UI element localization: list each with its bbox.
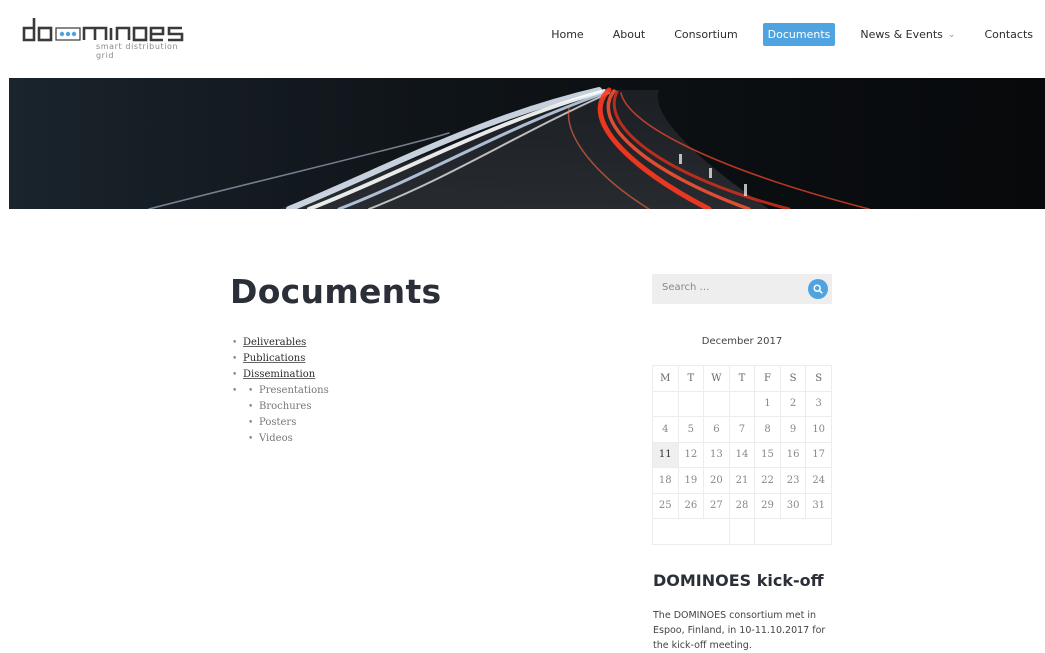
weekday-tue: T bbox=[677, 365, 705, 392]
calendar-day: 27 bbox=[703, 492, 730, 519]
calendar-nav-prev bbox=[652, 518, 730, 545]
calendar-day: 12 bbox=[677, 441, 705, 468]
calendar-week: 25 26 27 28 29 30 31 bbox=[652, 492, 832, 519]
chevron-down-icon: ⌄ bbox=[947, 29, 956, 40]
calendar-week: 4 5 6 7 8 9 10 bbox=[652, 416, 832, 443]
calendar-day: 5 bbox=[677, 416, 705, 443]
calendar-day: 22 bbox=[754, 467, 781, 494]
weekday-mon: M bbox=[652, 365, 679, 392]
calendar-day: 7 bbox=[728, 416, 756, 443]
calendar-day: 10 bbox=[805, 416, 832, 443]
calendar-day: 31 bbox=[805, 492, 832, 519]
documents-list: Deliverables Publications Dissemination … bbox=[230, 335, 329, 447]
weekday-sat: S bbox=[779, 365, 807, 392]
calendar-day: 24 bbox=[805, 467, 832, 494]
calendar-nav-next bbox=[754, 518, 832, 545]
logo-tagline: smart distribution grid bbox=[96, 42, 179, 60]
calendar-day: 8 bbox=[754, 416, 781, 443]
dissemination-sublist: Presentations Brochures Posters Videos bbox=[230, 383, 329, 447]
calendar-footer-row bbox=[652, 518, 832, 545]
weekday-thu: T bbox=[728, 365, 756, 392]
calendar-day: 20 bbox=[703, 467, 730, 494]
calendar-day: 23 bbox=[779, 467, 807, 494]
nav-contacts[interactable]: Contacts bbox=[980, 23, 1037, 46]
calendar-day: 21 bbox=[728, 467, 756, 494]
calendar-day: 13 bbox=[703, 441, 730, 468]
search-button[interactable] bbox=[808, 279, 828, 299]
calendar-day bbox=[703, 390, 730, 417]
sub-item-videos: Videos bbox=[230, 431, 329, 447]
nav-home[interactable]: Home bbox=[547, 23, 587, 46]
highway-light-trails-image bbox=[9, 78, 1045, 209]
news-title: DOMINOES kick-off bbox=[653, 571, 824, 590]
search-icon bbox=[813, 284, 823, 294]
calendar-day: 25 bbox=[652, 492, 679, 519]
weekday-fri: F bbox=[754, 365, 781, 392]
calendar-weekday-row: M T W T F S S bbox=[652, 365, 832, 392]
site-logo[interactable]: smart distribution grid bbox=[22, 6, 187, 60]
calendar-day: 14 bbox=[728, 441, 756, 468]
news-text: The DOMINOES consortium met in Espoo, Fi… bbox=[653, 610, 826, 651]
search-input[interactable] bbox=[660, 281, 804, 294]
link-dissemination[interactable]: Dissemination bbox=[243, 369, 315, 380]
calendar-day: 15 bbox=[754, 441, 781, 468]
calendar-day: 16 bbox=[779, 441, 807, 468]
calendar-table: M T W T F S S 1 2 3 4 5 6 7 8 9 10 11 12… bbox=[652, 365, 832, 545]
main-nav: Home About Consortium Documents News & E… bbox=[526, 23, 1037, 46]
search-box bbox=[652, 274, 832, 304]
calendar-day: 6 bbox=[703, 416, 730, 443]
calendar-day bbox=[652, 390, 679, 417]
calendar-day: 30 bbox=[779, 492, 807, 519]
link-deliverables[interactable]: Deliverables bbox=[243, 337, 306, 348]
nav-consortium[interactable]: Consortium bbox=[670, 23, 741, 46]
link-publications[interactable]: Publications bbox=[243, 353, 305, 364]
calendar-day: 26 bbox=[677, 492, 705, 519]
sub-item-brochures: Brochures bbox=[230, 399, 329, 415]
calendar-day: 9 bbox=[779, 416, 807, 443]
calendar-week: 18 19 20 21 22 23 24 bbox=[652, 467, 832, 494]
nav-news-events-label: News & Events bbox=[860, 28, 943, 41]
nav-documents[interactable]: Documents bbox=[762, 23, 836, 46]
calendar-day: 3 bbox=[805, 390, 832, 417]
site-header: smart distribution grid Home About Conso… bbox=[0, 0, 1045, 78]
calendar-day: 29 bbox=[754, 492, 781, 519]
weekday-wed: W bbox=[703, 365, 730, 392]
calendar-day: 4 bbox=[652, 416, 679, 443]
page-title: Documents bbox=[230, 272, 442, 311]
calendar-caption: December 2017 bbox=[701, 336, 783, 347]
weekday-sun: S bbox=[805, 365, 832, 392]
hero-banner bbox=[9, 78, 1045, 209]
calendar-day: 1 bbox=[754, 390, 781, 417]
nav-about[interactable]: About bbox=[609, 23, 650, 46]
sub-item-presentations: Presentations bbox=[230, 383, 329, 399]
calendar-day: 2 bbox=[779, 390, 807, 417]
calendar-day-today: 11 bbox=[652, 441, 679, 468]
calendar-day: 28 bbox=[728, 492, 756, 519]
list-item: Presentations Brochures Posters Videos bbox=[230, 383, 329, 447]
list-item: Publications bbox=[230, 351, 329, 367]
calendar-nav-spacer bbox=[728, 518, 756, 545]
calendar-day bbox=[728, 390, 756, 417]
nav-news-events[interactable]: News & Events ⌄ bbox=[856, 23, 959, 46]
calendar-day: 19 bbox=[677, 467, 705, 494]
list-item: Deliverables bbox=[230, 335, 329, 351]
calendar-day bbox=[677, 390, 705, 417]
calendar-day: 17 bbox=[805, 441, 832, 468]
sub-item-posters: Posters bbox=[230, 415, 329, 431]
calendar-day: 18 bbox=[652, 467, 679, 494]
list-item: Dissemination bbox=[230, 367, 329, 383]
calendar-week: 11 12 13 14 15 16 17 bbox=[652, 441, 832, 468]
calendar-week: 1 2 3 bbox=[652, 390, 832, 417]
